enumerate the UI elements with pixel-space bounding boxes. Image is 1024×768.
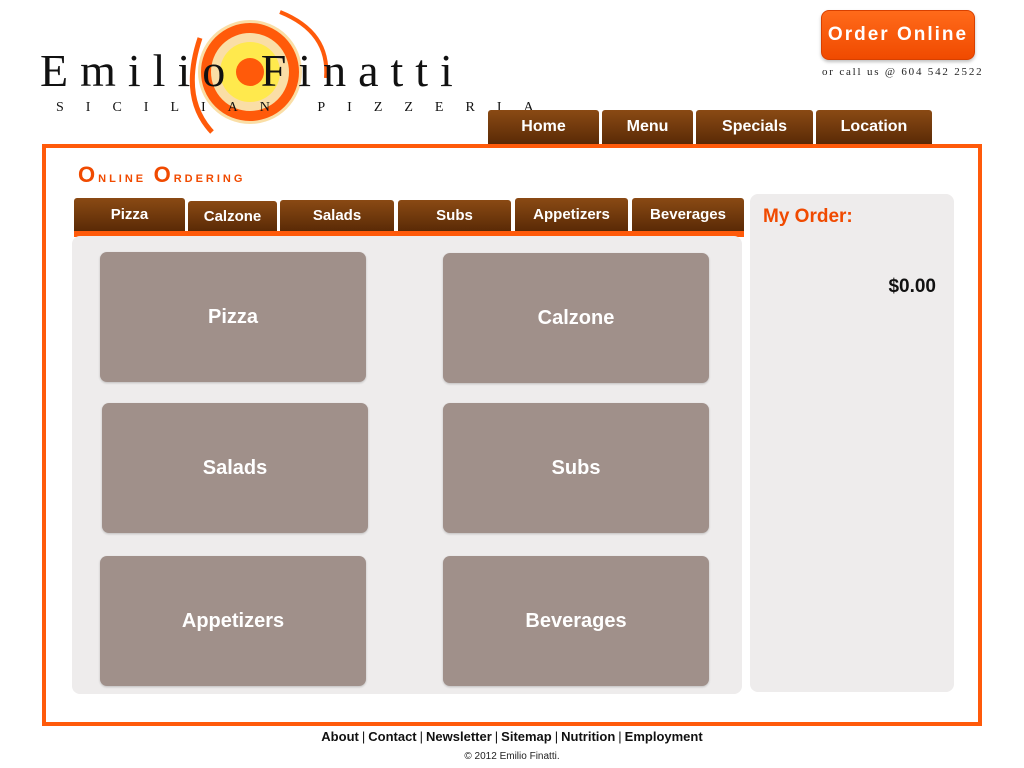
tab-subs[interactable]: Subs (398, 200, 511, 231)
footer-links: About | Contact | Newsletter | Sitemap | Nutriti… (321, 729, 703, 744)
tab-salads[interactable]: Salads (280, 200, 394, 231)
footer-link-nutrition[interactable]: Nutrition (561, 729, 615, 744)
tab-beverages[interactable]: Beverages (632, 198, 744, 231)
my-order-panel: My Order: $0.00 (750, 194, 954, 692)
footer-link-sitemap[interactable]: Sitemap (501, 729, 552, 744)
category-tile-calzone[interactable]: Calzone (443, 253, 709, 383)
category-tile-subs[interactable]: Subs (443, 403, 709, 533)
category-tabs: Pizza Calzone Salads Subs Appetizers Bev… (74, 198, 744, 238)
phone-contact-text: or call us @ 604 542 2522 (822, 66, 984, 78)
brand-logo[interactable]: Emilio Finatti Sicilian Pizzeria (30, 8, 534, 138)
tab-appetizers[interactable]: Appetizers (515, 198, 628, 231)
page-title: Online Ordering (78, 162, 246, 187)
copyright: © 2012 Emilio Finatti. (464, 751, 560, 762)
footer-link-contact[interactable]: Contact (368, 729, 416, 744)
nav-location[interactable]: Location (816, 110, 932, 144)
my-order-title: My Order: (763, 206, 853, 227)
brand-name: Emilio Finatti (40, 45, 465, 96)
nav-specials[interactable]: Specials (696, 110, 813, 144)
order-total: $0.00 (888, 276, 936, 297)
category-tile-beverages[interactable]: Beverages (443, 556, 709, 686)
footer-link-newsletter[interactable]: Newsletter (426, 729, 492, 744)
category-panel: Pizza Calzone Salads Subs Appetizers Bev… (72, 236, 742, 694)
order-online-button[interactable]: Order Online (821, 10, 975, 60)
category-tile-appetizers[interactable]: Appetizers (100, 556, 366, 686)
main-content-frame: Online Ordering Pizza Calzone Salads Sub… (42, 144, 982, 726)
tab-calzone[interactable]: Calzone (188, 201, 277, 231)
category-tile-pizza[interactable]: Pizza (100, 252, 366, 382)
nav-home[interactable]: Home (488, 110, 599, 144)
category-tile-salads[interactable]: Salads (102, 403, 368, 533)
footer-link-about[interactable]: About (321, 729, 359, 744)
footer-link-employment[interactable]: Employment (625, 729, 703, 744)
tab-pizza[interactable]: Pizza (74, 198, 185, 231)
nav-menu[interactable]: Menu (602, 110, 693, 144)
brand-tagline: Sicilian Pizzeria (56, 100, 556, 115)
